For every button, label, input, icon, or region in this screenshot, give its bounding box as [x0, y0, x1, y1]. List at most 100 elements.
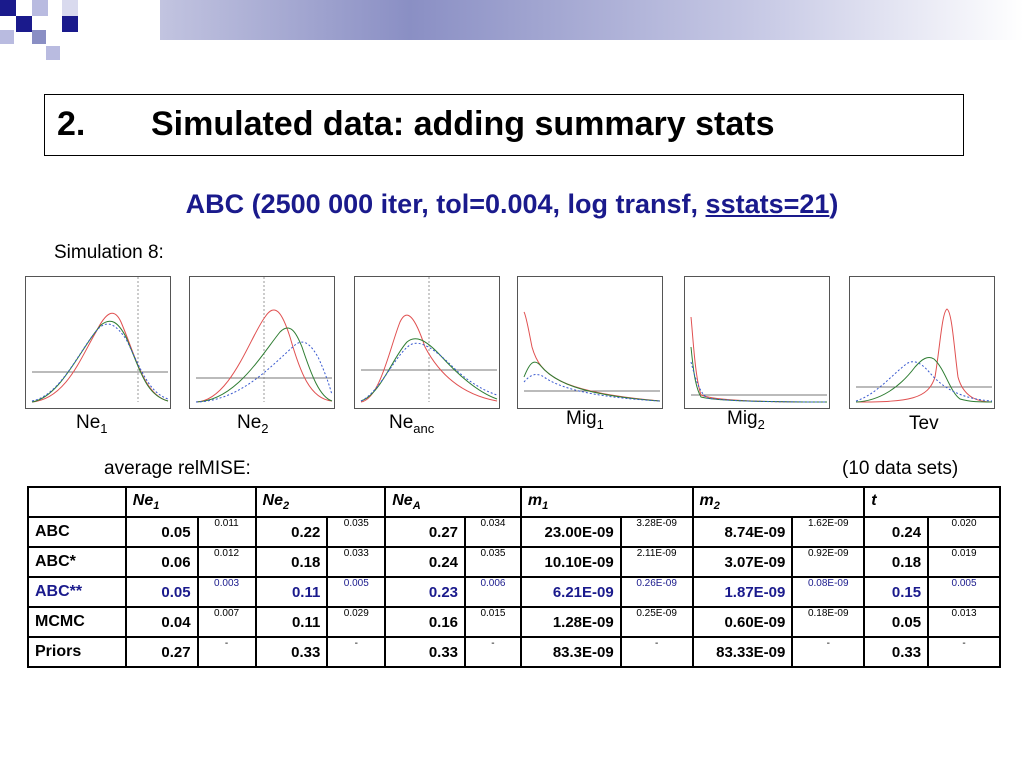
- density-plot-mig1: [517, 276, 663, 409]
- cell-sd: 2.11E-09: [619, 546, 694, 578]
- cell-value: 0.11: [254, 606, 329, 638]
- deco-square-7: [62, 16, 78, 32]
- cell-sd: 0.08E-09: [791, 576, 866, 608]
- cell-sd: 0.029: [326, 606, 387, 638]
- cell-sd: -: [619, 636, 694, 668]
- density-plot-mig2-curves: [690, 316, 828, 403]
- slide-title: Simulated data: adding summary stats: [151, 105, 775, 143]
- table-header-row: Ne1 Ne2 NeA m1 m2 t: [27, 486, 1001, 518]
- plot-label-tev: Tev: [909, 413, 939, 434]
- plot-label-ne2: Ne2: [237, 412, 269, 436]
- col-header-t: t: [863, 486, 1001, 518]
- col-header-nea: NeA: [384, 486, 522, 518]
- subtitle: ABC (2500 000 iter, tol=0.004, log trans…: [0, 189, 1024, 220]
- row-label: MCMC: [27, 606, 127, 638]
- col-header-ne2: Ne2: [254, 486, 387, 518]
- cell-sd: 0.013: [927, 606, 1001, 638]
- deco-square-3: [32, 0, 48, 16]
- cell-value: 8.74E-09: [691, 516, 794, 548]
- col-header-m1: m1: [519, 486, 694, 518]
- cell-sd: 0.034: [464, 516, 522, 548]
- cell-sd: -: [326, 636, 387, 668]
- cell-sd: 0.26E-09: [619, 576, 694, 608]
- cell-sd: 0.035: [464, 546, 522, 578]
- cell-sd: 3.28E-09: [619, 516, 694, 548]
- cell-sd: 0.25E-09: [619, 606, 694, 638]
- cell-value: 23.00E-09: [519, 516, 622, 548]
- simulation-label: Simulation 8:: [54, 242, 164, 263]
- plot-label-ne1: Ne1: [76, 412, 108, 436]
- plot-label-neanc: Neanc: [389, 412, 435, 436]
- row-label: ABC*: [27, 546, 127, 578]
- cell-value: 1.87E-09: [691, 576, 794, 608]
- density-plot-ne1: [25, 276, 171, 409]
- cell-value: 0.24: [384, 546, 467, 578]
- cell-value: 0.05: [863, 606, 930, 638]
- cell-value: 10.10E-09: [519, 546, 622, 578]
- density-plot-tev-curves: [855, 308, 993, 403]
- avg-relmise-label: average relMISE:: [104, 458, 251, 479]
- cell-sd: 0.019: [927, 546, 1001, 578]
- row-label: ABC: [27, 516, 127, 548]
- cell-sd: -: [791, 636, 866, 668]
- cell-sd: 0.020: [927, 516, 1001, 548]
- density-plot-ne1-curves: [31, 277, 169, 403]
- deco-square-6: [62, 0, 78, 16]
- title-number: 2.: [57, 105, 86, 143]
- cell-value: 0.05: [124, 516, 199, 548]
- subtitle-link[interactable]: sstats=21: [706, 189, 830, 219]
- table-row: Priors 0.27-0.33-0.33-83.3E-09-83.33E-09-…: [27, 636, 1001, 668]
- cell-value: 0.33: [863, 636, 930, 668]
- cell-sd: -: [464, 636, 522, 668]
- cell-sd: 0.012: [196, 546, 257, 578]
- deco-square-2: [16, 16, 32, 32]
- table-row: ABC* 0.06 0.012 0.18 0.033 0.24 0.035 10.10E-09…: [27, 546, 1001, 578]
- cell-value: 0.33: [254, 636, 329, 668]
- cell-sd: 0.007: [196, 606, 257, 638]
- cell-value: 0.24: [863, 516, 930, 548]
- results-table: Ne1 Ne2 NeA m1 m2 t ABC 0.05 0.011 0.22 0.03…: [27, 486, 1001, 668]
- cell-value: 0.04: [124, 606, 199, 638]
- cell-sd: 0.005: [326, 576, 387, 608]
- cell-sd: 1.62E-09: [791, 516, 866, 548]
- density-plot-tev: [849, 276, 995, 409]
- deco-square-8: [46, 46, 60, 60]
- table-row: ABC** 0.05 0.003 0.11 0.005 0.23 0.006 6.21E-09…: [27, 576, 1001, 608]
- density-plot-neanc-curves: [360, 277, 498, 403]
- row-label: ABC**: [27, 576, 127, 608]
- cell-value: 0.22: [254, 516, 329, 548]
- deco-square-1: [0, 0, 16, 16]
- cell-value: 0.23: [384, 576, 467, 608]
- cell-sd: 0.92E-09: [791, 546, 866, 578]
- datasets-label: (10 data sets): [842, 458, 959, 479]
- plot-label-mig2: Mig2: [727, 408, 765, 432]
- table-body: ABC 0.05 0.011 0.22 0.035 0.27 0.034 23.00E-09 3…: [27, 516, 1001, 668]
- density-plot-ne2-curves: [195, 277, 333, 403]
- cell-sd: 0.006: [464, 576, 522, 608]
- cell-sd: -: [927, 636, 1001, 668]
- deco-square-5: [32, 30, 46, 44]
- subtitle-suffix: ): [829, 189, 839, 219]
- density-plot-neanc: [354, 276, 500, 409]
- cell-value: 0.06: [124, 546, 199, 578]
- density-plot-ne2: [189, 276, 335, 409]
- row-label: Priors: [27, 636, 127, 668]
- cell-value: 0.05: [124, 576, 199, 608]
- deco-square-4: [0, 30, 14, 44]
- col-header-m2: m2: [691, 486, 866, 518]
- cell-value: 0.18: [254, 546, 329, 578]
- density-plot-mig2: [684, 276, 830, 409]
- cell-sd: 0.18E-09: [791, 606, 866, 638]
- cell-sd: -: [196, 636, 257, 668]
- table-corner: [27, 486, 127, 518]
- cell-sd: 0.035: [326, 516, 387, 548]
- cell-sd: 0.015: [464, 606, 522, 638]
- cell-sd: 0.003: [196, 576, 257, 608]
- table-row: MCMC 0.04 0.007 0.11 0.029 0.16 0.015 1.28E-09 0…: [27, 606, 1001, 638]
- cell-value: 0.18: [863, 546, 930, 578]
- cell-sd: 0.011: [196, 516, 257, 548]
- cell-value: 0.60E-09: [691, 606, 794, 638]
- subtitle-prefix: ABC (2500 000 iter, tol=0.004, log trans…: [185, 189, 706, 219]
- cell-value: 0.15: [863, 576, 930, 608]
- cell-value: 6.21E-09: [519, 576, 622, 608]
